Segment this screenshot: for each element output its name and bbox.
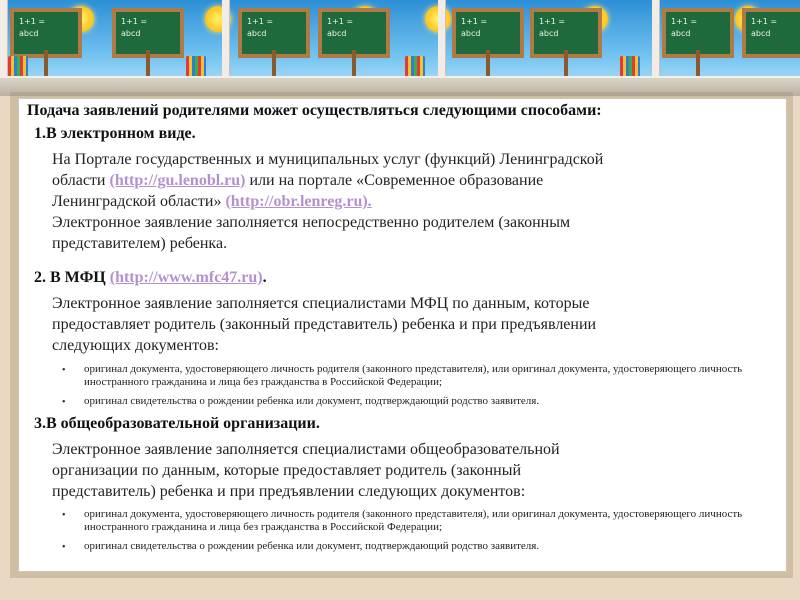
text-line: представителем) ребенка. [52, 235, 228, 252]
text-span: 2. В МФЦ [34, 269, 110, 286]
obr-lenreg-link[interactable]: (http://obr.lenreg.ru). [225, 193, 371, 210]
text-line: Ленинградской области» (http://obr.lenre… [52, 191, 762, 212]
header-banner: 1+1 = abcd 1+1 = abcd 1+1 = abcd 1+1 = a… [0, 0, 800, 96]
text-span: области [52, 172, 110, 189]
text-line: Электронное заявление заполняется непоср… [52, 214, 571, 231]
section2-heading: 2. В МФЦ (http://www.mfc47.ru). [34, 269, 267, 287]
pencils-icon [8, 56, 28, 78]
gu-lenobl-link[interactable]: (http://gu.lenobl.ru) [109, 172, 245, 189]
board-text: abcd [327, 29, 347, 38]
section3-text: Электронное заявление заполняется специа… [52, 439, 762, 502]
board-text: abcd [247, 29, 267, 38]
board-text: abcd [121, 29, 141, 38]
section3-heading: 3.В общеобразовательной организации. [34, 415, 320, 432]
text-line: Электронное заявление заполняется специа… [52, 441, 560, 458]
board-text: abcd [539, 29, 559, 38]
board-text: 1+1 = [751, 17, 778, 26]
section1-text: На Портале государственных и муниципальн… [52, 149, 762, 254]
board-text: 1+1 = [539, 17, 566, 26]
board-text: abcd [751, 29, 771, 38]
pencils-icon [620, 56, 640, 78]
text-line: предоставляет родитель (законный предста… [52, 316, 597, 333]
board-text: abcd [19, 29, 39, 38]
section1-heading: 1.В электронном виде. [34, 125, 196, 142]
intro-heading: Подача заявлений родителями может осущес… [27, 102, 602, 119]
text-line: представитель) ребенка и при предъявлени… [52, 483, 526, 500]
board-text: 1+1 = [247, 17, 274, 26]
text-span: Ленинградской области» [52, 193, 226, 210]
board-text: 1+1 = [461, 17, 488, 26]
pencils-icon [186, 56, 206, 78]
bullet-icon: • [62, 542, 66, 553]
board-text: abcd [461, 29, 481, 38]
text-span: или на портале «Современное образование [245, 172, 544, 189]
text-line: На Портале государственных и муниципальн… [52, 151, 604, 168]
window-frame [222, 0, 230, 78]
list-item: оригинал свидетельства о рождении ребенк… [84, 395, 540, 407]
mfc47-link[interactable]: (http://www.mfc47.ru) [110, 269, 263, 286]
board-text: 1+1 = [327, 17, 354, 26]
text-span: . [262, 269, 267, 286]
window-frame [438, 0, 446, 78]
board-text: 1+1 = [671, 17, 698, 26]
section2-text: Электронное заявление заполняется специа… [52, 293, 762, 356]
window-frame [0, 0, 8, 78]
content-card: Подача заявлений родителями может осущес… [18, 98, 787, 572]
bullet-icon: • [62, 510, 66, 521]
board-text: 1+1 = [121, 17, 148, 26]
text-line: следующих документов: [52, 337, 219, 354]
list-item: оригинал свидетельства о рождении ребенк… [84, 540, 540, 552]
text-line: организации по данным, которые предостав… [52, 462, 522, 479]
board-text: 1+1 = [19, 17, 46, 26]
board-text: abcd [671, 29, 691, 38]
bullet-icon: • [62, 365, 66, 376]
text-line: Электронное заявление заполняется специа… [52, 295, 590, 312]
pencils-icon [405, 56, 425, 78]
window-frame [652, 0, 660, 78]
text-line: области (http://gu.lenobl.ru) или на пор… [52, 170, 762, 191]
chalkboard-icon: 1+1 = abcd [742, 8, 800, 58]
bullet-icon: • [62, 397, 66, 408]
list-item: оригинал документа, удостоверяющего личн… [84, 363, 743, 388]
list-item: оригинал документа, удостоверяющего личн… [84, 508, 743, 533]
